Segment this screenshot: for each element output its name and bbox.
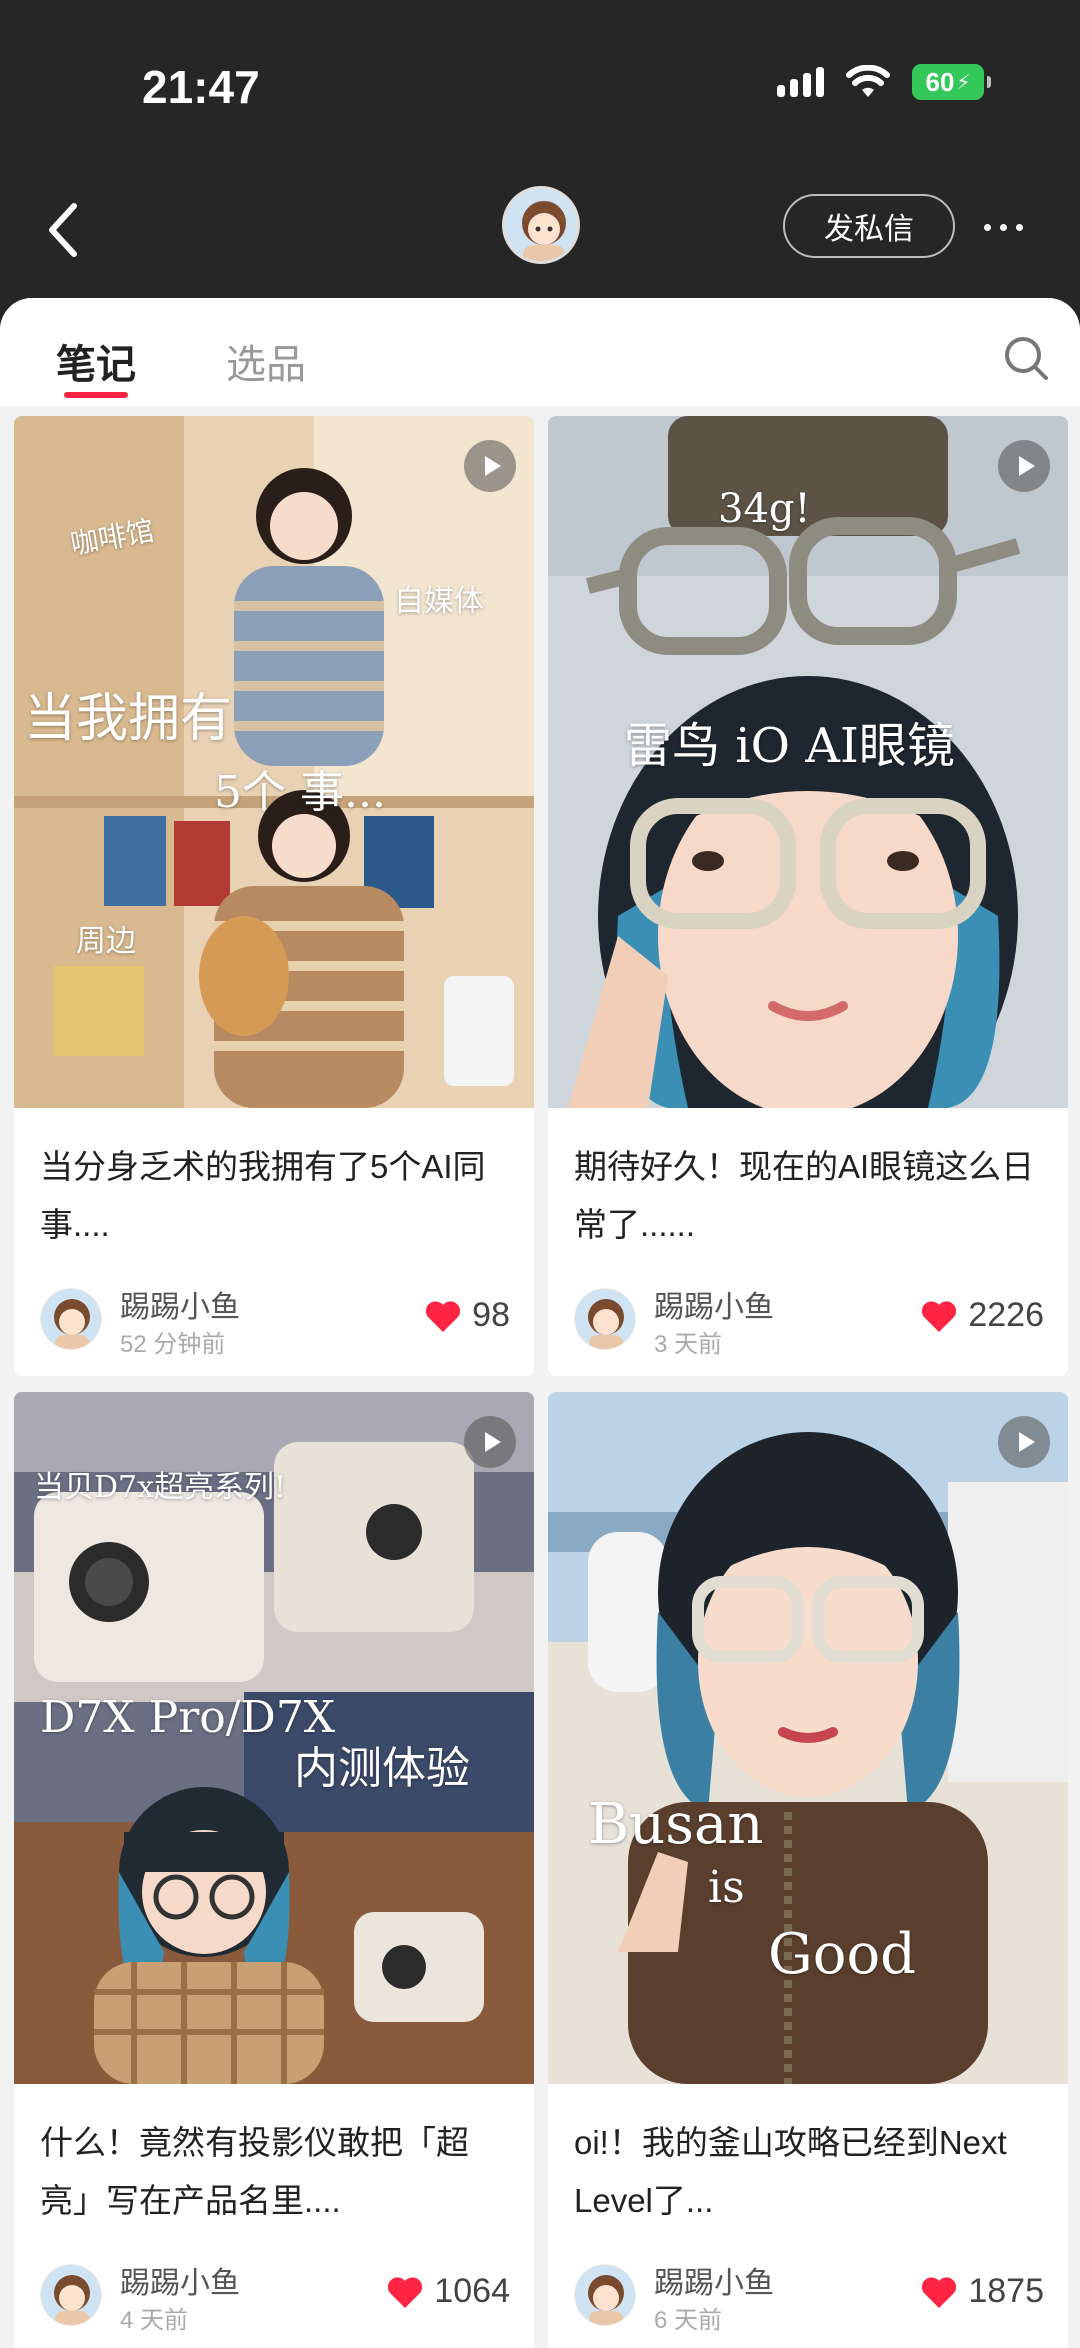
heart-icon <box>426 1300 461 1332</box>
author-avatar[interactable] <box>574 1288 636 1350</box>
cover-text: 自媒体 <box>394 584 484 619</box>
cover-text: Good <box>768 1922 917 1987</box>
note-cover-image[interactable]: 34g! 雷鸟 iO AI眼镜 <box>548 416 1068 1108</box>
note-title[interactable]: oi!！我的釜山攻略已经到Next Level了... <box>548 2084 1068 2234</box>
cover-text: 周边 <box>76 924 136 959</box>
status-time: 21:47 <box>142 61 260 113</box>
search-icon[interactable] <box>1000 332 1052 384</box>
cellular-signal-icon <box>777 67 824 97</box>
note-cover-image[interactable]: Busan is Good <box>548 1392 1068 2084</box>
wifi-icon <box>846 65 890 97</box>
top-bar: 21:47 60 ⚡ 发私信 <box>0 0 1080 330</box>
note-cover-image[interactable]: 咖啡馆 自媒体 当我拥有 5个 事... 周边 <box>14 416 534 1108</box>
like-button[interactable]: 2226 <box>920 1296 1044 1335</box>
note-meta: 踢踢小鱼 4 天前 1064 <box>40 2258 510 2334</box>
note-card[interactable]: Busan is Good oi!！我的釜山攻略已经到Next Level了..… <box>548 1392 1068 2348</box>
battery-icon: 60 ⚡ <box>912 64 991 100</box>
tab-notes[interactable]: 笔记 <box>56 332 136 390</box>
cover-text: 内测体验 <box>294 1743 470 1794</box>
note-cover-image[interactable]: 当贝D7x超亮系列! D7X Pro/D7X 内测体验 <box>14 1392 534 2084</box>
post-time: 52 分钟前 <box>120 1331 226 1358</box>
like-count: 98 <box>472 1296 510 1334</box>
note-card[interactable]: 34g! 雷鸟 iO AI眼镜 期待好久！现在的AI眼镜这么日常了...... … <box>548 416 1068 1376</box>
video-play-icon <box>464 1416 516 1468</box>
like-button[interactable]: 1064 <box>386 2272 510 2311</box>
post-time: 6 天前 <box>654 2307 723 2334</box>
heart-icon <box>922 1300 957 1332</box>
heart-icon <box>922 2276 957 2308</box>
heart-icon <box>388 2276 423 2308</box>
back-icon[interactable] <box>40 198 88 262</box>
author-avatar[interactable] <box>40 1288 102 1350</box>
cover-text: Busan <box>588 1792 764 1857</box>
note-title[interactable]: 什么！竟然有投影仪敢把「超亮」写在产品名里.... <box>14 2084 534 2234</box>
tab-picks[interactable]: 选品 <box>226 332 306 390</box>
cover-text: is <box>708 1862 745 1913</box>
content-panel: 笔记 选品 咖啡馆 自媒体 当我拥有 5个 事... 周边 当分身乏术的我拥有了… <box>0 298 1080 2348</box>
like-count: 2226 <box>968 1296 1044 1334</box>
like-count: 1064 <box>434 2272 510 2310</box>
like-button[interactable]: 98 <box>424 1296 510 1335</box>
author-avatar[interactable] <box>40 2264 102 2326</box>
note-meta: 踢踢小鱼 3 天前 2226 <box>574 1282 1044 1358</box>
cover-text: 当我拥有 <box>24 689 233 749</box>
author-avatar[interactable] <box>574 2264 636 2326</box>
note-title[interactable]: 当分身乏术的我拥有了5个AI同事.... <box>14 1108 534 1258</box>
cover-text: D7X Pro/D7X <box>40 1692 336 1743</box>
note-meta: 踢踢小鱼 6 天前 1875 <box>574 2258 1044 2334</box>
like-count: 1875 <box>968 2272 1044 2310</box>
note-meta: 踢踢小鱼 52 分钟前 98 <box>40 1282 510 1358</box>
author-name[interactable]: 踢踢小鱼 <box>654 2258 774 2302</box>
note-title[interactable]: 期待好久！现在的AI眼镜这么日常了...... <box>548 1108 1068 1258</box>
note-card[interactable]: 当贝D7x超亮系列! D7X Pro/D7X 内测体验 什么！竟然有投影仪敢把「… <box>14 1392 534 2348</box>
cover-text: 5个 事... <box>214 767 386 818</box>
post-time: 3 天前 <box>654 1331 723 1358</box>
more-options-icon[interactable] <box>984 224 1023 231</box>
battery-level: 60 <box>925 66 955 97</box>
send-message-button[interactable]: 发私信 <box>783 194 955 258</box>
video-play-icon <box>998 440 1050 492</box>
like-button[interactable]: 1875 <box>920 2272 1044 2311</box>
status-icons: 60 ⚡ <box>777 64 991 100</box>
cover-text: 雷鸟 iO AI眼镜 <box>624 718 955 774</box>
author-name[interactable]: 踢踢小鱼 <box>654 1282 774 1326</box>
profile-avatar[interactable] <box>502 186 580 264</box>
cover-text: 34g! <box>718 486 811 532</box>
author-name[interactable]: 踢踢小鱼 <box>120 2258 240 2302</box>
cover-text: 当贝D7x超亮系列! <box>34 1470 287 1505</box>
tab-bar: 笔记 选品 <box>0 298 1080 406</box>
video-play-icon <box>464 440 516 492</box>
post-time: 4 天前 <box>120 2307 189 2334</box>
video-play-icon <box>998 1416 1050 1468</box>
author-name[interactable]: 踢踢小鱼 <box>120 1282 240 1326</box>
note-card[interactable]: 咖啡馆 自媒体 当我拥有 5个 事... 周边 当分身乏术的我拥有了5个AI同事… <box>14 416 534 1376</box>
active-tab-indicator <box>64 392 128 398</box>
